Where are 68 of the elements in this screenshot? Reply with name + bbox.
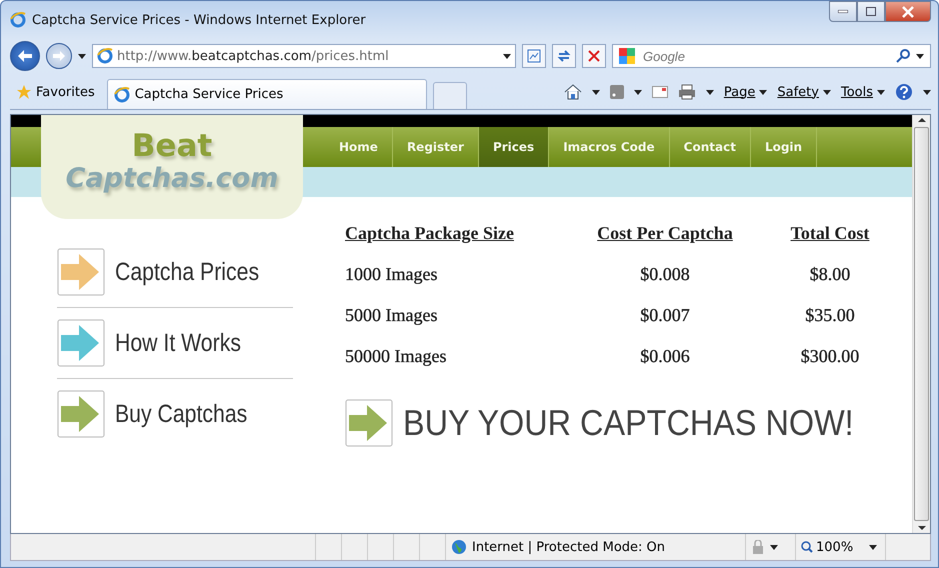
table-cell: $8.00 <box>810 264 850 285</box>
table-cell: 50000 Images <box>345 346 446 367</box>
browser-icon <box>10 12 26 28</box>
window-title: Captcha Service Prices - Windows Internet Explorer <box>32 12 366 28</box>
globe-icon <box>451 539 467 555</box>
zoom-button[interactable]: 100% <box>801 540 854 554</box>
close-button[interactable] <box>885 1 931 22</box>
table-cell: $0.007 <box>640 305 690 326</box>
address-field[interactable]: http://www.beatcaptchas.com/prices.html <box>92 44 516 68</box>
stop-button[interactable] <box>582 44 606 68</box>
caret-icon <box>916 54 924 58</box>
nav-link[interactable]: Prices <box>478 127 550 167</box>
back-button[interactable] <box>10 41 40 71</box>
column-header: Cost Per Captcha <box>597 223 733 244</box>
table-cell: $35.00 <box>805 305 855 326</box>
caret-icon <box>923 90 931 94</box>
minimize-button[interactable] <box>829 1 857 22</box>
zoom-icon <box>801 541 813 553</box>
scrollbar[interactable] <box>912 115 930 533</box>
caret-icon <box>503 54 511 58</box>
caret-icon <box>869 544 877 550</box>
scroll-down-icon[interactable] <box>918 523 926 533</box>
scroll-up-icon[interactable] <box>918 115 926 125</box>
star-icon <box>16 84 32 100</box>
buy-link[interactable]: BUY YOUR CAPTCHAS NOW! <box>403 402 854 444</box>
menu-button[interactable]: Page <box>724 84 768 100</box>
forward-arrow-icon <box>53 51 65 61</box>
sidebar-link[interactable]: How It Works <box>115 328 241 358</box>
close-icon <box>588 50 600 62</box>
caret-icon <box>78 54 86 58</box>
caret-icon <box>706 90 714 94</box>
table-cell: $0.006 <box>640 346 690 367</box>
search-icon[interactable] <box>896 49 910 63</box>
compatibility-button[interactable] <box>522 44 546 68</box>
table-cell: $0.008 <box>640 264 690 285</box>
column-header: Total Cost <box>790 223 870 244</box>
caret-icon <box>770 544 778 550</box>
help-icon[interactable] <box>895 83 913 101</box>
search-provider-icon <box>619 48 635 64</box>
table-cell: $300.00 <box>800 346 860 367</box>
close-icon <box>902 6 914 18</box>
caret-icon <box>592 90 600 94</box>
maximize-button[interactable] <box>857 1 885 22</box>
menu-button[interactable]: Tools <box>840 84 885 100</box>
caret-icon <box>759 90 768 94</box>
table-cell: 1000 Images <box>345 264 438 285</box>
back-arrow-icon <box>18 50 32 62</box>
forward-button[interactable] <box>46 43 72 69</box>
search-field[interactable]: Google <box>612 44 931 68</box>
caret-icon <box>822 90 831 94</box>
refresh-icon <box>557 49 571 63</box>
caret-icon <box>634 90 642 94</box>
refresh-button[interactable] <box>552 44 576 68</box>
menu-button[interactable]: Safety <box>777 84 831 100</box>
security-zone: Internet | Protected Mode: On <box>472 540 666 554</box>
maximize-icon <box>866 7 876 16</box>
sidebar-link[interactable]: Captcha Prices <box>115 258 260 286</box>
mail-icon[interactable] <box>652 86 668 98</box>
column-header: Captcha Package Size <box>345 223 514 244</box>
favorites-button[interactable]: Favorites <box>10 84 101 109</box>
minimize-icon <box>838 10 848 13</box>
page-chart-icon <box>527 49 541 63</box>
table-cell: 5000 Images <box>345 305 438 326</box>
sidebar-link[interactable]: Buy Captchas <box>115 400 248 428</box>
home-icon[interactable] <box>564 84 582 100</box>
caret-icon <box>877 90 885 94</box>
browser-tab[interactable]: Captcha Service Prices <box>106 79 427 109</box>
printer-icon[interactable] <box>678 84 696 100</box>
